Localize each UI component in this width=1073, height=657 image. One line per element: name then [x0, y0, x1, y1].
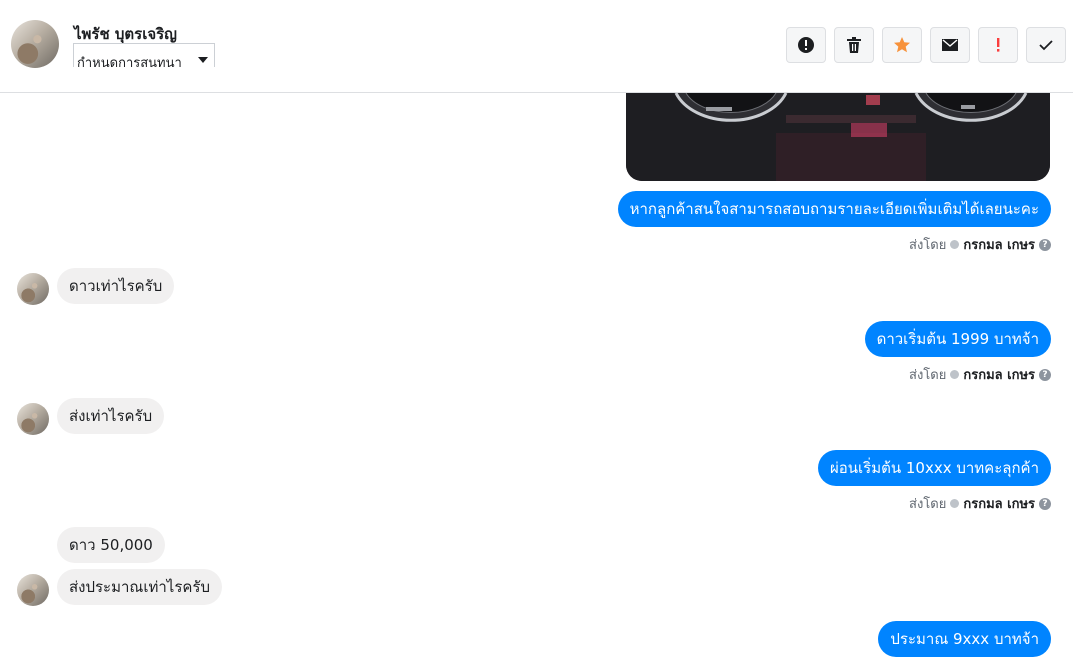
incoming-message[interactable]: ส่งเท่าไรครับ — [57, 398, 165, 434]
trash-icon — [847, 37, 861, 53]
star-icon — [894, 37, 910, 53]
conversation-header: ไพรัช บุตรเจริญ กำหนดการสนทนา — [0, 0, 1073, 93]
agent-status-icon — [950, 240, 960, 249]
sent-by-info: ส่งโดย กรกมล เกษร ? — [909, 364, 1051, 385]
sent-by-prefix: ส่งโดย — [909, 368, 947, 383]
mark-unread-button[interactable] — [930, 27, 970, 63]
outgoing-message[interactable]: ประมาณ 9xxx บาทจ้า — [878, 621, 1051, 657]
contact-avatar[interactable] — [11, 20, 59, 68]
sent-by-name[interactable]: กรกมล เกษร — [963, 364, 1035, 385]
sent-by-info: ส่งโดย กรกมล เกษร ? — [909, 234, 1051, 255]
agent-status-icon — [950, 370, 960, 379]
spam-button[interactable] — [786, 27, 826, 63]
sent-by-prefix: ส่งโดย — [909, 497, 947, 512]
outgoing-message[interactable]: ผ่อนเริ่มต้น 10xxx บาทคะลุกค้า — [817, 450, 1051, 486]
help-icon[interactable]: ? — [1039, 497, 1051, 510]
assign-conversation-label: กำหนดการสนทนา — [77, 56, 182, 67]
caret-down-icon — [198, 57, 208, 63]
sent-by-name[interactable]: กรกมล เกษร — [963, 234, 1035, 255]
car-dashboard-image — [626, 93, 1050, 181]
sent-by-prefix: ส่งโดย — [909, 238, 947, 253]
help-icon[interactable]: ? — [1039, 238, 1051, 251]
incoming-message[interactable]: ส่งประมาณเท่าไรครับ — [57, 569, 222, 605]
assign-conversation-dropdown[interactable]: กำหนดการสนทนา — [73, 43, 215, 67]
outgoing-message[interactable]: หากลูกค้าสนใจสามารถสอบถามรายละเอียดเพิ่ม… — [617, 191, 1051, 227]
help-icon[interactable]: ? — [1039, 368, 1051, 381]
contact-avatar-small[interactable] — [17, 403, 49, 435]
outgoing-message[interactable]: ดาวเริ่มต้น 1999 บาทจ้า — [864, 321, 1051, 357]
mark-done-button[interactable] — [1026, 27, 1066, 63]
envelope-icon — [942, 39, 958, 51]
alert-circle-icon — [798, 37, 814, 53]
agent-status-icon — [950, 499, 960, 508]
exclamation-icon — [997, 38, 1000, 52]
sent-by-name[interactable]: กรกมล เกษร — [963, 493, 1035, 514]
delete-button[interactable] — [834, 27, 874, 63]
sent-by-info: ส่งโดย กรกมล เกษร ? — [909, 493, 1051, 514]
star-button[interactable] — [882, 27, 922, 63]
incoming-message[interactable]: ดาวเท่าไรครับ — [57, 268, 175, 304]
checkmark-icon — [1039, 40, 1053, 51]
contact-avatar-small[interactable] — [17, 273, 49, 305]
incoming-message[interactable]: ดาว 50,000 — [57, 527, 165, 563]
mark-important-button[interactable] — [978, 27, 1018, 63]
image-attachment[interactable] — [626, 93, 1050, 181]
contact-avatar-small[interactable] — [17, 574, 49, 606]
